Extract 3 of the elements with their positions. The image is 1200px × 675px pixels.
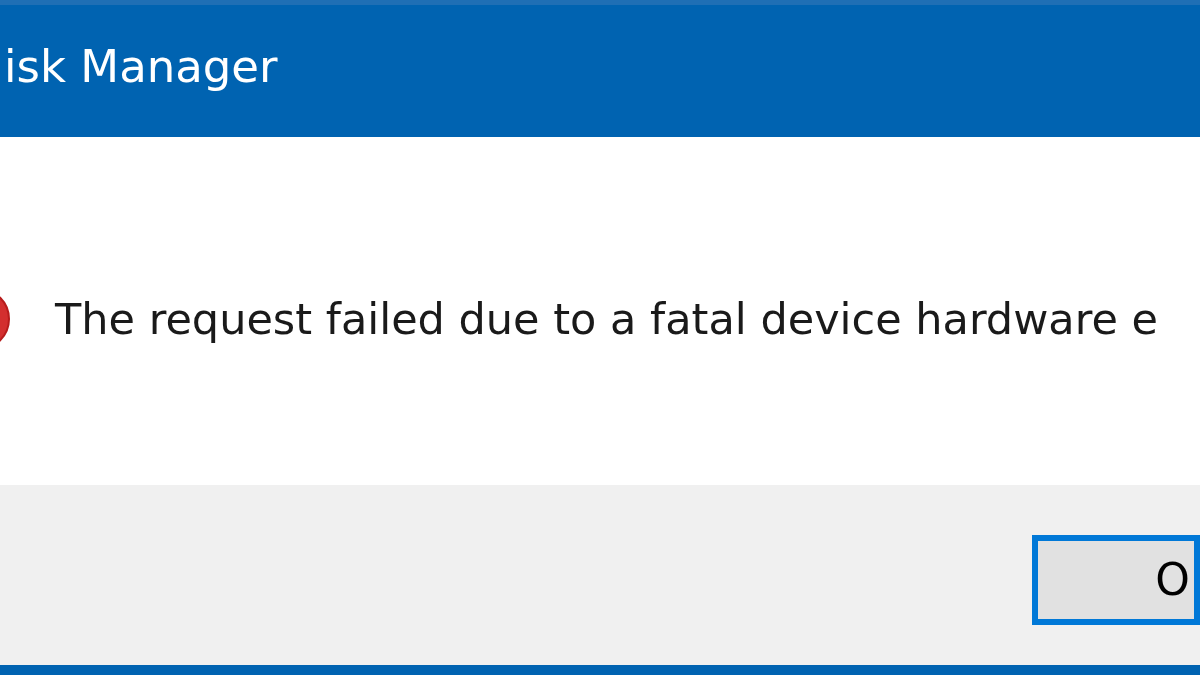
window-title: isk Manager [3,43,278,95]
error-message: The request failed due to a fatal device hardware e [55,297,1158,341]
ok-button[interactable]: O [1032,535,1200,625]
